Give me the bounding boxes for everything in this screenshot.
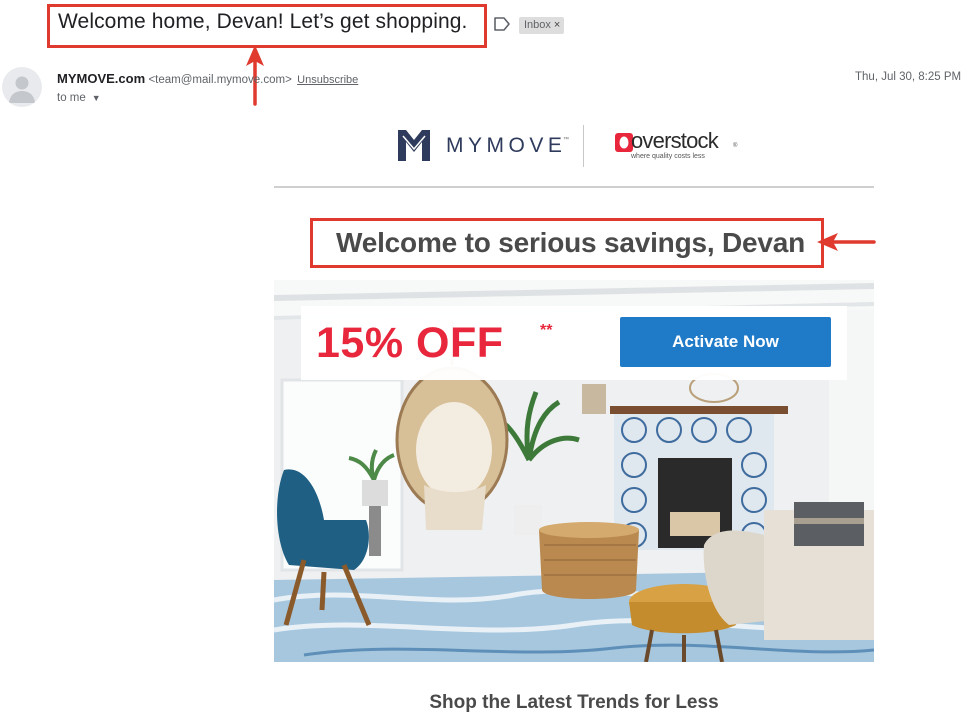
email-date: Thu, Jul 30, 8:25 PM bbox=[855, 71, 962, 83]
discount-footnote-marker: ** bbox=[540, 322, 553, 339]
email-view: Welcome home, Devan! Let’s get shopping.… bbox=[0, 0, 975, 715]
header-divider bbox=[274, 186, 874, 188]
label-arrow-icon[interactable] bbox=[494, 17, 510, 31]
recipient-text: to me bbox=[57, 92, 86, 104]
mymove-trademark: ™ bbox=[563, 137, 569, 143]
default-avatar-icon bbox=[9, 76, 35, 103]
inbox-label-chip[interactable]: Inbox × bbox=[519, 17, 565, 34]
inbox-label-text: Inbox bbox=[524, 19, 551, 31]
activate-now-button[interactable]: Activate Now bbox=[620, 317, 831, 367]
overstock-wordmark: overstock bbox=[631, 128, 719, 153]
mymove-logo-icon bbox=[398, 130, 430, 161]
mymove-wordmark: MYMOVE bbox=[446, 134, 567, 157]
overstock-trademark: ® bbox=[733, 143, 738, 149]
recipient-details[interactable]: to me ▼ bbox=[57, 92, 101, 104]
unsubscribe-link[interactable]: Unsubscribe bbox=[297, 74, 358, 86]
email-headline: Welcome to serious savings, Devan bbox=[336, 227, 806, 258]
sender-avatar[interactable] bbox=[2, 67, 42, 107]
sender-email: <team@mail.mymove.com> bbox=[148, 74, 292, 86]
section-subheading: Shop the Latest Trends for Less bbox=[429, 692, 719, 713]
promo-band: 15% OFF ** Activate Now bbox=[301, 306, 847, 380]
logo-divider bbox=[583, 125, 584, 167]
email-subject: Welcome home, Devan! Let’s get shopping. bbox=[58, 10, 468, 33]
sender-name[interactable]: MYMOVE.com bbox=[57, 71, 145, 86]
sender-line: MYMOVE.com <team@mail.mymove.com> Unsubs… bbox=[57, 71, 358, 86]
hero-banner[interactable]: 15% OFF ** Activate Now bbox=[274, 280, 874, 662]
remove-label-icon[interactable]: × bbox=[554, 19, 560, 31]
overstock-tagline: where quality costs less bbox=[631, 153, 705, 160]
annotation-arrow-icon bbox=[817, 233, 876, 251]
caret-down-icon[interactable]: ▼ bbox=[92, 93, 101, 103]
discount-text: 15% OFF bbox=[316, 319, 504, 367]
